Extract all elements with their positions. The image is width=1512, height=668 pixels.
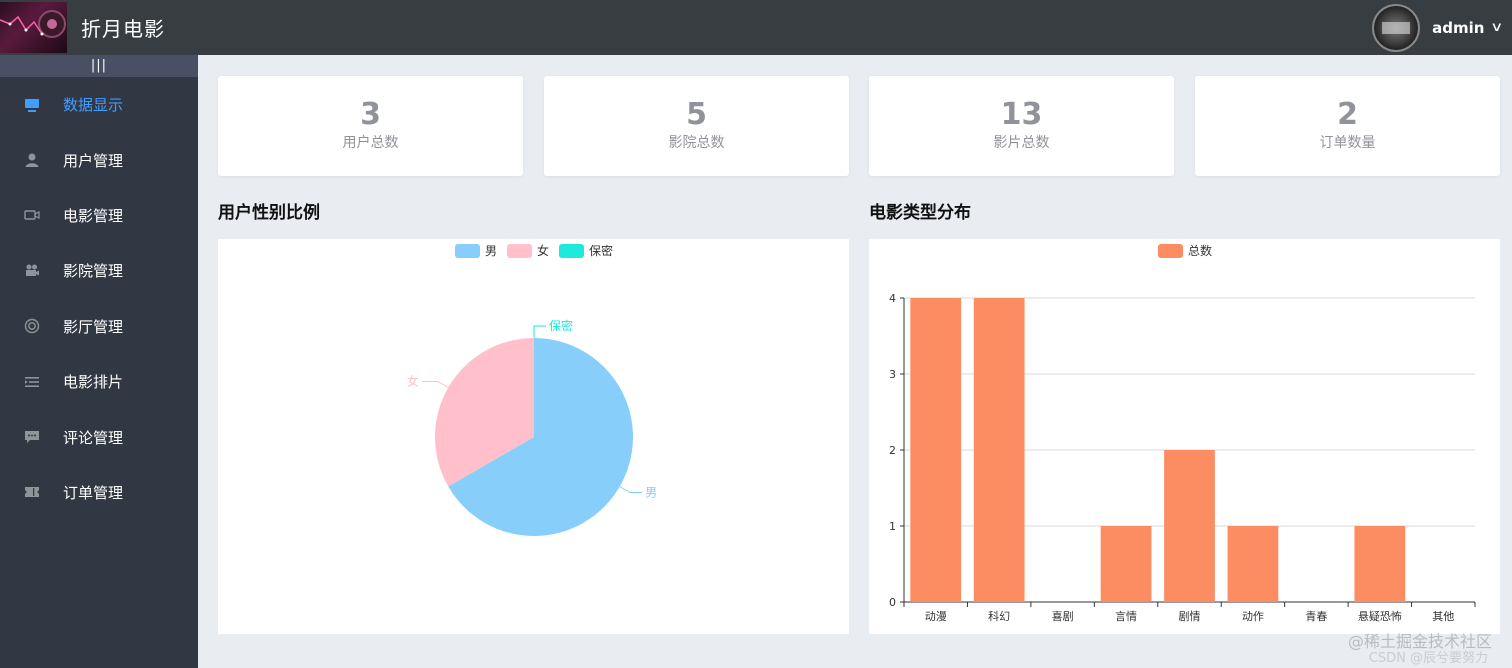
pie-legend: 男 女 保密 (455, 242, 623, 259)
x-tick-label: 科幻 (988, 609, 1010, 623)
pie-legend-item[interactable]: 男 (455, 242, 497, 259)
bar (1164, 450, 1215, 602)
pie-leader-line (533, 325, 546, 338)
y-tick-label: 4 (889, 292, 896, 305)
user-icon (23, 151, 41, 169)
y-tick-label: 3 (889, 368, 896, 381)
gender-pie-chart-card: 男女保密 男女保密 (218, 239, 849, 634)
app-title: 折月电影 (81, 17, 165, 41)
stat-value: 5 (686, 97, 707, 132)
avatar[interactable] (1372, 3, 1421, 52)
genre-chart-title: 电影类型分布 (869, 203, 971, 223)
pie-slice-label: 男 (645, 486, 657, 500)
sidebar-item-data-display[interactable]: 数据显示 (0, 77, 198, 132)
bar (1354, 526, 1406, 602)
bar-legend: 总数 (1158, 242, 1222, 259)
pie-slice-label: 女 (407, 374, 419, 389)
stat-card-cinemas: 5 影院总数 (544, 76, 849, 176)
stat-value: 3 (360, 97, 381, 132)
app-logo[interactable] (0, 2, 67, 53)
sidebar-item-label: 电影排片 (63, 373, 124, 392)
sidebar: ||| 数据显示 用户管理 电影管理 影院管理 影厅管理 电影排片 评论管理 订… (0, 55, 198, 668)
stat-label: 影院总数 (668, 135, 725, 151)
stat-label: 订单数量 (1319, 135, 1376, 151)
stat-label: 影片总数 (993, 135, 1050, 151)
stat-card-movies: 13 影片总数 (869, 76, 1174, 176)
sidebar-item-schedule[interactable]: 电影排片 (0, 354, 198, 409)
user-menu[interactable]: admin ∨ (1372, 0, 1512, 55)
legend-swatch (1158, 243, 1183, 258)
monitor-icon (23, 96, 41, 114)
bar (1100, 526, 1152, 602)
x-tick-label: 喜剧 (1052, 610, 1074, 623)
film-camera-icon (23, 262, 41, 280)
user-name[interactable]: admin (1432, 19, 1484, 37)
sidebar-item-halls[interactable]: 影厅管理 (0, 299, 198, 354)
legend-swatch (455, 243, 480, 258)
sidebar-item-comments[interactable]: 评论管理 (0, 409, 198, 464)
stat-card-orders: 2 订单数量 (1195, 76, 1500, 176)
sidebar-item-users[interactable]: 用户管理 (0, 132, 198, 187)
legend-swatch (559, 243, 585, 258)
sidebar-item-label: 影厅管理 (63, 317, 124, 336)
x-tick-label: 动作 (1242, 610, 1264, 623)
stat-card-users: 3 用户总数 (218, 76, 523, 176)
pie-legend-item[interactable]: 保密 (559, 242, 613, 259)
sidebar-item-orders[interactable]: 订单管理 (0, 465, 198, 520)
stat-value: 13 (1000, 97, 1043, 132)
x-tick-label: 言情 (1115, 610, 1137, 623)
chevron-down-icon[interactable]: ∨ (1491, 20, 1504, 35)
gender-pie-chart: 男 女 保密 (407, 318, 657, 536)
genre-bar-chart: 0 1 2 3 4 动漫 科幻 喜剧 言情 剧情 动作 青春 悬疑恐怖 其他 (889, 292, 1476, 623)
bar (973, 298, 1025, 602)
sidebar-item-label: 数据显示 (63, 96, 124, 115)
main-content: 3 用户总数 5 影院总数 13 影片总数 2 订单数量 用户性别比例 电影类型… (198, 55, 1512, 668)
legend-label: 男 (485, 244, 498, 258)
y-tick-label: 1 (889, 520, 896, 533)
y-tick-label: 0 (889, 596, 896, 609)
comment-icon (23, 428, 41, 446)
sidebar-item-label: 用户管理 (63, 151, 124, 170)
pie-leader-line (421, 381, 449, 388)
x-tick-label: 其他 (1432, 610, 1454, 623)
legend-swatch (507, 243, 533, 258)
legend-label: 总数 (1188, 244, 1213, 258)
x-tick-label: 青春 (1305, 610, 1327, 623)
pie-slice-label: 保密 (549, 318, 573, 333)
legend-label: 女 (537, 244, 550, 258)
y-tick-label: 2 (889, 444, 896, 457)
pie-legend-item[interactable]: 女 (507, 242, 549, 259)
sidebar-item-label: 订单管理 (63, 483, 124, 502)
bar-legend-item[interactable]: 总数 (1158, 242, 1212, 259)
sidebar-item-movies[interactable]: 电影管理 (0, 188, 198, 243)
top-header: 折月电影 admin ∨ (0, 0, 1512, 55)
stat-label: 用户总数 (342, 135, 399, 151)
legend-label: 保密 (589, 244, 614, 258)
genre-bar-chart-card: 总数 0 1 2 3 4 动漫 科幻 喜剧 言情 剧情 动作 青春 悬疑恐怖 其他 (869, 239, 1500, 634)
sidebar-item-label: 评论管理 (63, 428, 124, 447)
ticket-icon (23, 483, 41, 501)
sidebar-item-label: 影院管理 (63, 262, 124, 281)
x-tick-label: 悬疑恐怖 (1358, 609, 1402, 623)
sidebar-item-label: 电影管理 (63, 206, 124, 225)
pie-leader-line (619, 486, 643, 493)
sidebar-item-cinemas[interactable]: 影院管理 (0, 243, 198, 298)
stat-value: 2 (1337, 97, 1358, 132)
bar (1227, 526, 1279, 602)
list-icon (23, 373, 41, 391)
help-ring-icon (23, 317, 41, 335)
x-tick-label: 动漫 (925, 609, 947, 623)
x-tick-label: 剧情 (1179, 610, 1201, 623)
bar (910, 298, 962, 602)
sidebar-toggle-button[interactable]: ||| (0, 55, 198, 77)
watermark-text-secondary: CSDN @辰兮要努力 (1368, 651, 1488, 666)
video-camera-icon (23, 206, 41, 224)
gender-chart-title: 用户性别比例 (218, 203, 320, 223)
